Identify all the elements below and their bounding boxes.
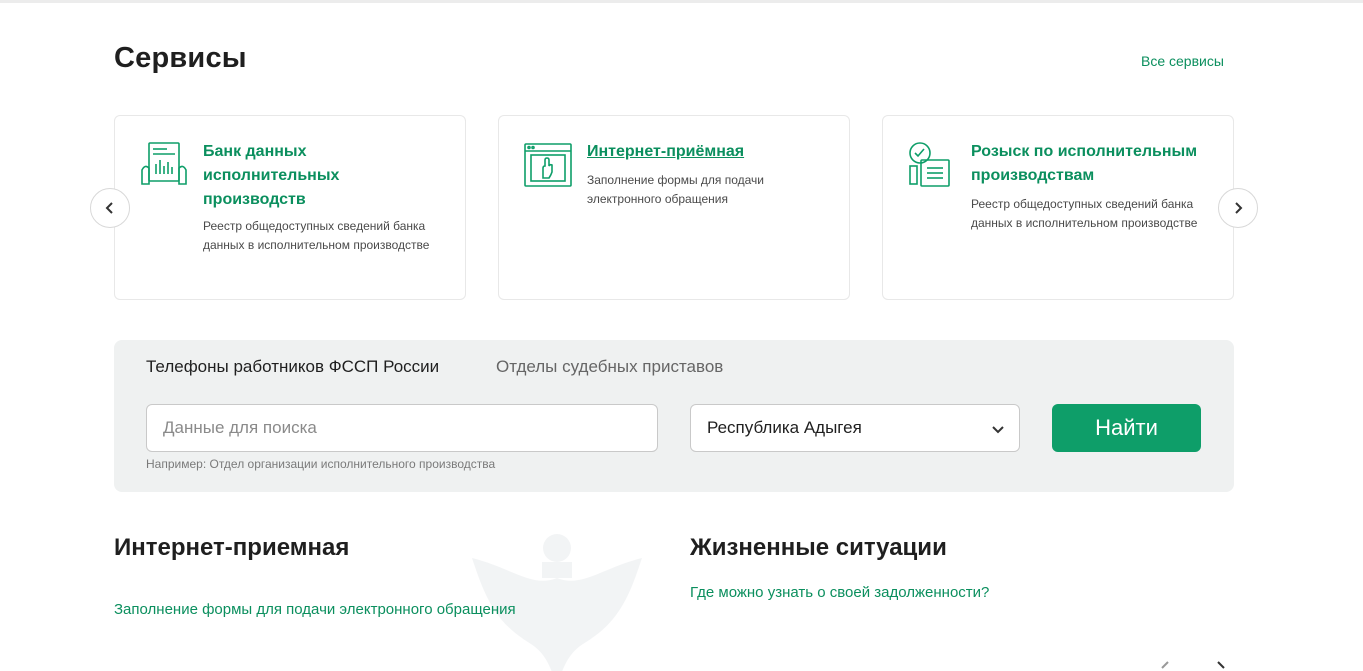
search-hint: Например: Отдел организации исполнительн… xyxy=(146,457,496,471)
situations-carousel-arrows[interactable] xyxy=(1150,660,1240,671)
service-card-search[interactable]: Розыск по исполнительным производствам Р… xyxy=(882,115,1234,300)
card-title[interactable]: Интернет-приёмная xyxy=(587,140,827,164)
carousel-prev-button[interactable] xyxy=(90,188,130,228)
document-chart-icon xyxy=(141,142,187,185)
services-title: Сервисы xyxy=(114,42,247,74)
situations-title: Жизненные ситуации xyxy=(690,534,947,561)
reception-title: Интернет-приемная xyxy=(114,534,350,561)
region-select[interactable]: Республика Адыгея xyxy=(690,404,1020,452)
eagle-emblem-watermark xyxy=(472,534,642,671)
find-button[interactable]: Найти xyxy=(1052,404,1201,452)
search-input[interactable] xyxy=(146,404,658,452)
debt-question-link[interactable]: Где можно узнать о своей задолженности? xyxy=(690,584,989,601)
service-card-bank[interactable]: Банк данных исполнительных производств Р… xyxy=(114,115,466,300)
chevron-right-icon xyxy=(1235,202,1243,214)
chevron-down-icon xyxy=(992,426,1004,434)
card-title[interactable]: Банк данных исполнительных производств xyxy=(203,140,443,212)
top-divider xyxy=(0,0,1363,3)
search-checklist-icon xyxy=(909,142,950,187)
chevron-left-icon xyxy=(1161,661,1169,669)
card-description: Реестр общедоступных сведений банка данн… xyxy=(971,197,1198,230)
service-card-reception[interactable]: Интернет-приёмная Заполнение формы для п… xyxy=(498,115,850,300)
reception-form-link[interactable]: Заполнение формы для подачи электронного… xyxy=(114,601,516,618)
all-services-link[interactable]: Все сервисы xyxy=(1141,53,1224,69)
chevron-left-icon xyxy=(105,202,113,214)
region-value: Республика Адыгея xyxy=(707,418,862,437)
card-description: Реестр общедоступных сведений банка данн… xyxy=(203,219,430,252)
browser-hand-icon xyxy=(524,143,572,187)
chevron-right-icon xyxy=(1217,661,1225,669)
search-panel: Телефоны работников ФССП России Отделы с… xyxy=(114,340,1234,492)
tab-departments[interactable]: Отделы судебных приставов xyxy=(496,357,723,377)
tab-phones[interactable]: Телефоны работников ФССП России xyxy=(146,357,439,377)
card-title[interactable]: Розыск по исполнительным производствам xyxy=(971,140,1211,188)
card-description: Заполнение формы для подачи электронного… xyxy=(587,173,765,206)
carousel-next-button[interactable] xyxy=(1218,188,1258,228)
